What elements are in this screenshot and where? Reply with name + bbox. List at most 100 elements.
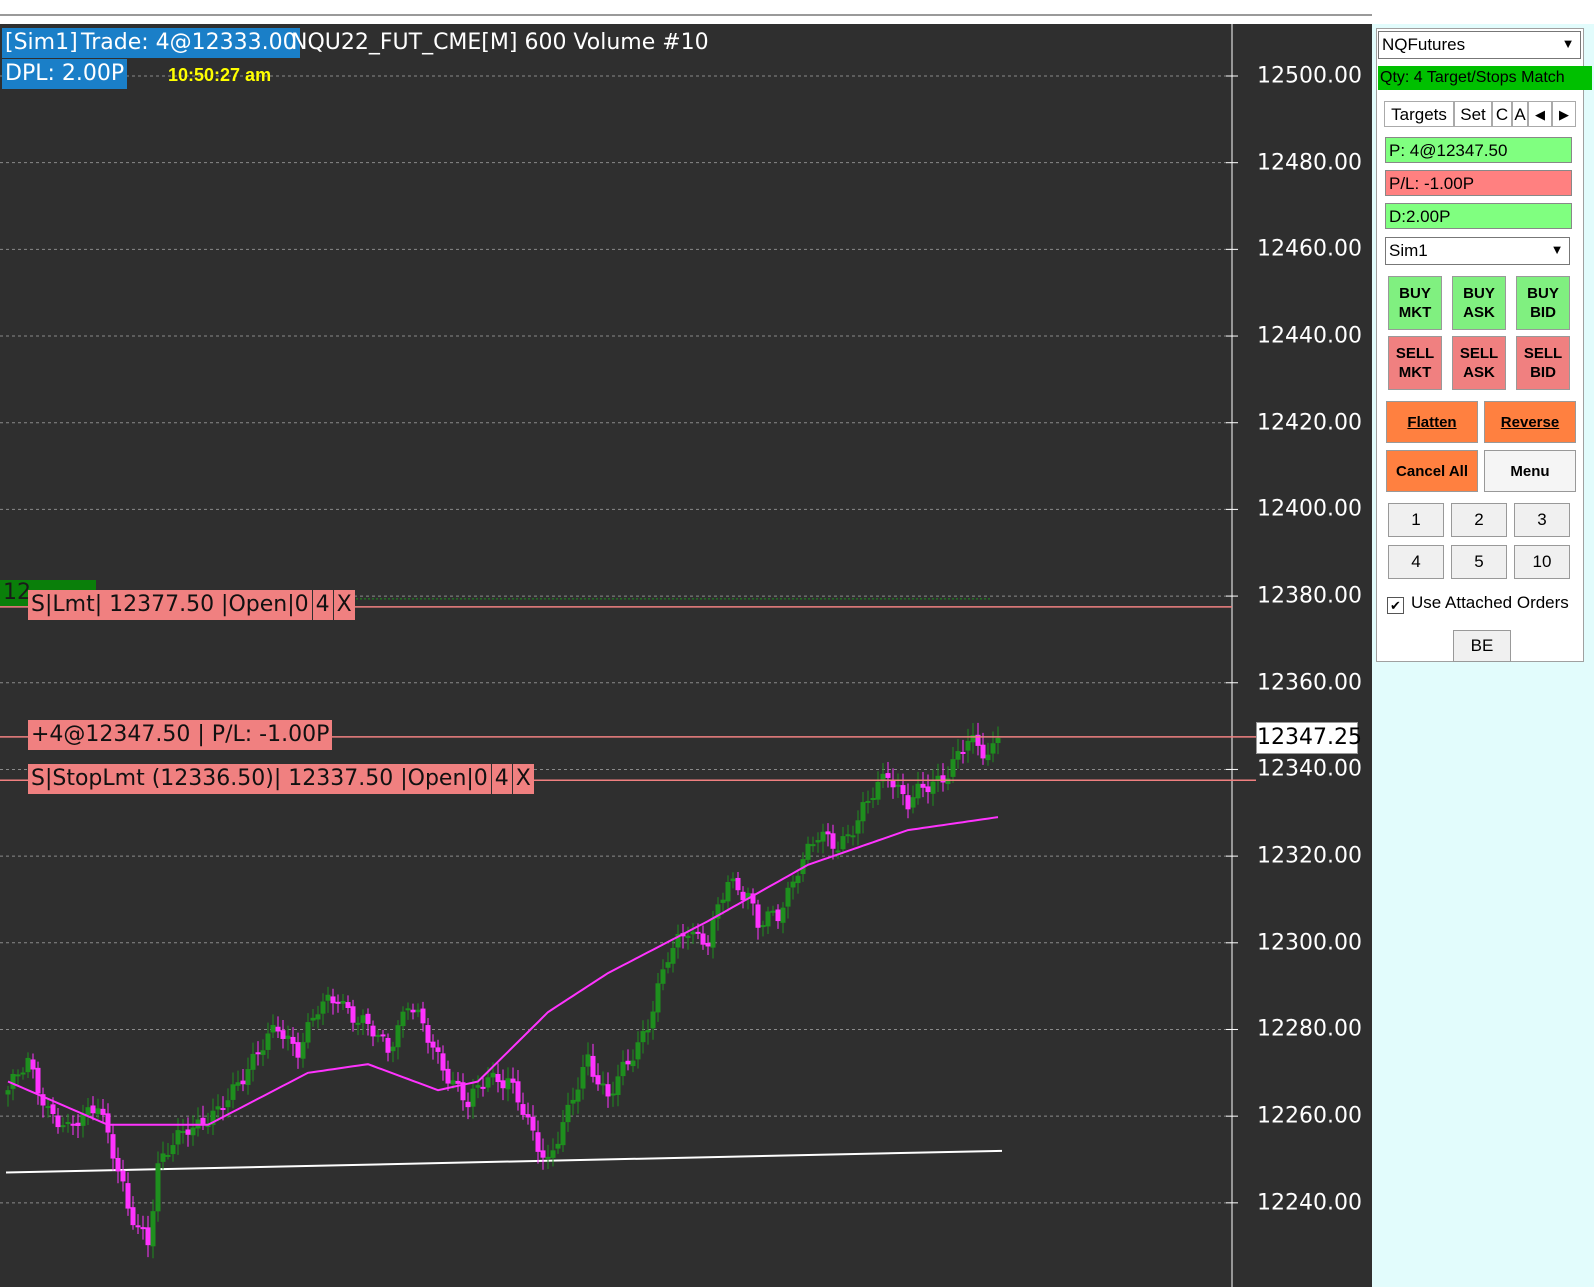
axis-label: 12300.00 [1257,930,1362,956]
limit-order-cancel-button[interactable]: X [332,590,355,620]
cancel-all-button[interactable]: Cancel All [1386,450,1478,492]
candle-body [335,1001,341,1004]
buy-ask-button[interactable]: BUY ASK [1452,276,1506,330]
candle-body [315,1014,321,1020]
breakeven-button[interactable]: BE [1453,630,1511,662]
candle-body [685,935,691,939]
chart-area[interactable]: [Sim1] Trade: 4@12333.00 NQU22_FUT_CME[M… [0,0,1372,1287]
menu-button[interactable]: Menu [1484,450,1576,492]
candle-body [510,1078,516,1083]
candle-body [410,1009,416,1013]
limit-order-label[interactable]: S|Lmt| 12377.50 |Open|0 4 X [28,590,355,620]
candle-body [135,1225,141,1228]
candle-body [360,1015,366,1023]
reverse-button[interactable]: Reverse [1484,401,1576,443]
candle-body [150,1211,156,1247]
candle-body [220,1108,226,1111]
sell-bid-button[interactable]: SELL BID [1516,336,1570,390]
sell-ask-button[interactable]: SELL ASK [1452,336,1506,390]
chevron-down-icon[interactable]: ▼ [1558,34,1578,54]
candle-body [885,773,891,778]
position-label[interactable]: +4@12347.50 | P/L: -1.00P [28,720,333,750]
price-chart[interactable] [0,0,1372,1287]
candle-body [55,1115,61,1128]
buy-bid-button[interactable]: BUY BID [1516,276,1570,330]
candle-body [955,751,961,760]
qty-button-1[interactable]: 1 [1388,503,1444,537]
candle-body [285,1035,291,1039]
candle-body [280,1030,286,1039]
candle-body [270,1025,276,1033]
candle-body [660,969,666,984]
candle-body [645,1030,651,1033]
sell-ask-line1: SELL [1459,345,1499,362]
axis-label: 12400.00 [1257,496,1362,522]
candle-body [260,1050,266,1055]
limit-order-text[interactable]: S|Lmt| 12377.50 |Open|0 [28,590,312,620]
tab-a[interactable]: A [1512,101,1528,127]
tab-scroll-right-icon[interactable]: ▶ [1552,101,1576,127]
candle-body [495,1074,501,1083]
axis-label: 12500.00 [1257,63,1362,89]
candle-body [240,1080,246,1085]
qty-button-4[interactable]: 4 [1388,545,1444,579]
axis-label: 12320.00 [1257,843,1362,869]
stop-order-label[interactable]: S|StopLmt (12336.50)| 12337.50 |Open|0 4… [28,764,534,794]
axis-label: 12260.00 [1257,1103,1362,1129]
candle-body [550,1150,556,1158]
candle-body [915,783,921,799]
strategy-select[interactable]: NQFutures ▼ [1378,31,1581,59]
sell-bid-line1: SELL [1523,345,1563,362]
sell-market-line2: MKT [1398,364,1432,381]
qty-button-3[interactable]: 3 [1514,503,1570,537]
buy-market-button[interactable]: BUY MKT [1388,276,1442,330]
candle-body [535,1132,541,1152]
qty-button-5[interactable]: 5 [1451,545,1507,579]
candle-body [250,1053,256,1070]
candle-body [190,1127,196,1136]
candle-body [850,835,856,838]
stop-order-cancel-button[interactable]: X [511,764,534,794]
flatten-button[interactable]: Flatten [1386,401,1478,443]
candle-body [115,1157,121,1172]
use-attached-orders-checkbox[interactable]: ✔ [1387,597,1404,614]
qty-button-2[interactable]: 2 [1451,503,1507,537]
tab-targets[interactable]: Targets [1384,101,1454,127]
candle-body [635,1042,641,1060]
account-select[interactable]: Sim1 ▼ [1385,237,1570,265]
chevron-down-icon[interactable]: ▼ [1547,240,1567,260]
candle-body [990,743,996,754]
tab-scroll-left-icon[interactable]: ◀ [1528,101,1552,127]
stop-order-qty[interactable]: 4 [490,764,512,794]
candle-body [930,781,936,794]
candle-body [740,891,746,901]
candle-body [350,1006,356,1023]
candle-body [925,786,931,793]
sell-market-button[interactable]: SELL MKT [1388,336,1442,390]
qty-button-10[interactable]: 10 [1514,545,1570,579]
candle-body [735,877,741,891]
candle-body [60,1125,66,1128]
buy-ask-line1: BUY [1463,285,1495,302]
candle-body [445,1068,451,1084]
candle-body [30,1059,36,1070]
candle-body [485,1077,491,1088]
axis-label: 12240.00 [1257,1190,1362,1216]
tab-c[interactable]: C [1492,101,1512,127]
limit-order-qty[interactable]: 4 [311,590,333,620]
candle-body [155,1163,161,1212]
candle-body [490,1072,496,1078]
stop-order-text[interactable]: S|StopLmt (12336.50)| 12337.50 |Open|0 [28,764,491,794]
tab-set[interactable]: Set [1454,101,1492,127]
candle-body [790,881,796,888]
candle-body [450,1080,456,1085]
candle-body [435,1047,441,1052]
candle-body [50,1104,56,1114]
candle-body [970,734,976,743]
clock-label: 10:50:27 am [168,65,272,85]
candle-body [35,1067,41,1094]
axis-label: 12280.00 [1257,1016,1362,1042]
candle-body [500,1080,506,1089]
candle-body [600,1083,606,1086]
candle-body [835,850,841,853]
